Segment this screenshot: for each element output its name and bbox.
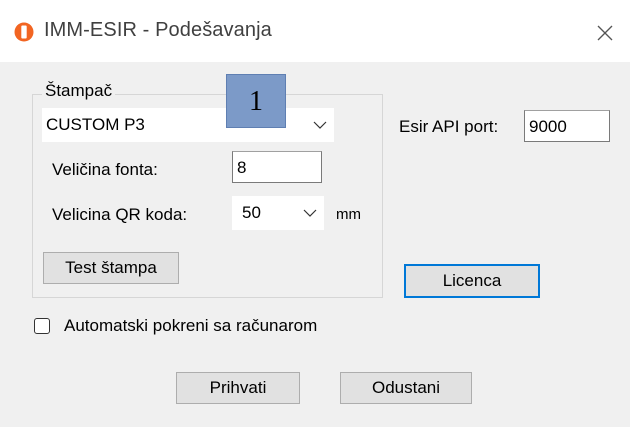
autostart-label[interactable]: Automatski pokreni sa računarom bbox=[64, 316, 317, 336]
settings-dialog: IMM-ESIR - Podešavanja Štampač CUSTOM P3… bbox=[0, 0, 630, 427]
qr-size-label: Velicina QR koda: bbox=[52, 205, 188, 224]
font-size-label: Veličina fonta: bbox=[52, 160, 158, 179]
cancel-button-label: Odustani bbox=[371, 378, 441, 397]
printer-select[interactable]: CUSTOM P3 bbox=[42, 108, 334, 142]
qr-size-select[interactable]: 50 bbox=[232, 196, 324, 230]
app-logo-icon bbox=[14, 22, 34, 42]
cancel-button[interactable]: Odustani bbox=[340, 372, 472, 404]
printer-group-legend: Štampač bbox=[42, 81, 116, 101]
license-button-label: Licenca bbox=[442, 271, 502, 290]
accept-button-label: Prihvati bbox=[209, 378, 267, 397]
font-size-input-value: 8 bbox=[237, 158, 247, 177]
chevron-down-icon[interactable] bbox=[296, 196, 324, 230]
accept-button[interactable]: Prihvati bbox=[176, 372, 300, 404]
annotation-badge: 1 bbox=[226, 74, 286, 128]
license-button[interactable]: Licenca bbox=[404, 264, 540, 298]
font-size-input[interactable]: 8 bbox=[232, 151, 322, 183]
api-port-input-value: 9000 bbox=[529, 117, 567, 136]
window-title: IMM-ESIR - Podešavanja bbox=[44, 19, 272, 41]
chevron-down-icon[interactable] bbox=[306, 108, 334, 142]
title-bar[interactable]: IMM-ESIR - Podešavanja bbox=[0, 0, 630, 62]
autostart-checkbox[interactable] bbox=[34, 318, 50, 334]
close-icon bbox=[597, 25, 613, 41]
api-port-input[interactable]: 9000 bbox=[524, 110, 610, 142]
close-button[interactable] bbox=[590, 18, 620, 48]
test-print-button[interactable]: Test štampa bbox=[43, 252, 179, 284]
printer-select-value: CUSTOM P3 bbox=[46, 115, 145, 134]
api-port-label: Esir API port: bbox=[399, 117, 499, 136]
qr-unit-label: mm bbox=[336, 206, 361, 223]
test-print-button-label: Test štampa bbox=[65, 258, 157, 277]
qr-size-select-value: 50 bbox=[242, 203, 261, 222]
